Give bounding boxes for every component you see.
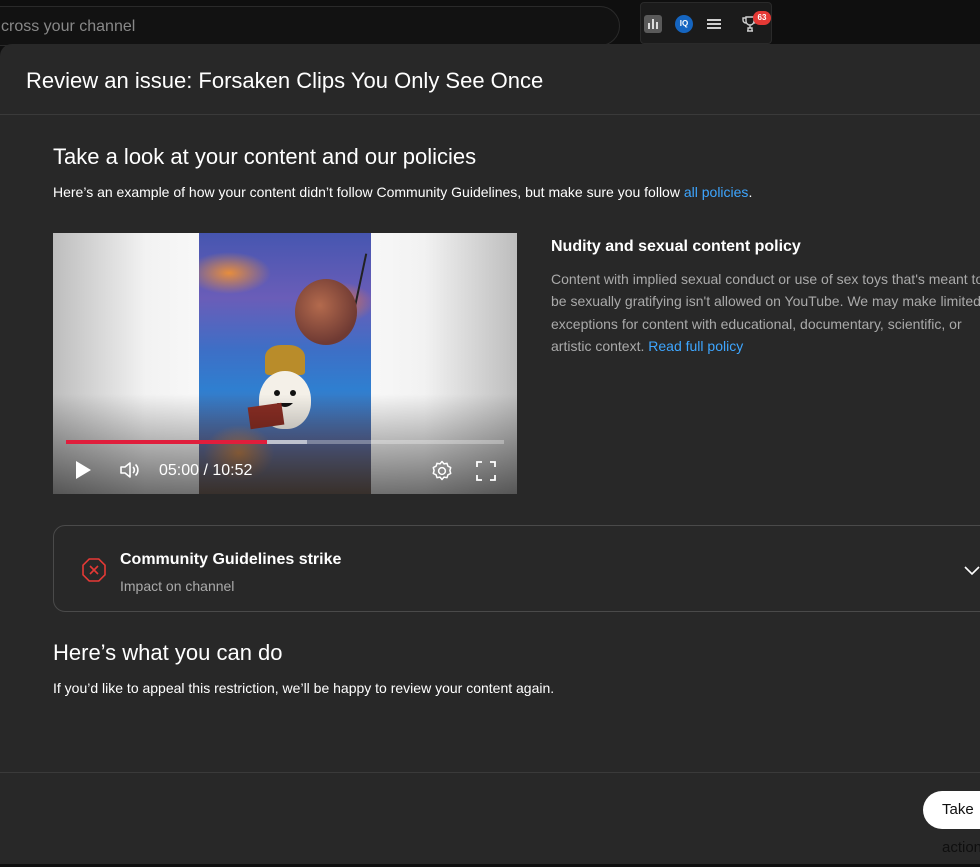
play-icon[interactable] (73, 459, 93, 486)
video-time: 05:00 / 10:52 (159, 462, 253, 479)
description-text: Here’s an example of how your content di… (53, 184, 684, 200)
content-policies-description: Here’s an example of how your content di… (53, 184, 752, 200)
volume-icon[interactable] (119, 460, 141, 485)
video-player[interactable]: 05:00 / 10:52 (53, 233, 517, 494)
appeal-description: If you’d like to appeal this restriction… (53, 680, 555, 696)
dialog-header: Review an issue: Forsaken Clips You Only… (0, 44, 980, 115)
dialog-title: Review an issue: Forsaken Clips You Only… (26, 68, 544, 93)
strike-subtitle: Impact on channel (120, 578, 235, 594)
review-issue-dialog: Review an issue: Forsaken Clips You Only… (0, 44, 980, 864)
bar-chart-icon[interactable] (644, 15, 662, 33)
policy-text: Content with implied sexual conduct or u… (551, 271, 980, 354)
strike-title: Community Guidelines strike (120, 551, 342, 568)
video-progress-bar[interactable] (66, 440, 504, 444)
read-full-policy-link[interactable]: Read full policy (648, 338, 743, 354)
chevron-down-icon[interactable] (964, 563, 980, 581)
strike-card[interactable]: Community Guidelines strike Impact on ch… (53, 525, 980, 612)
all-policies-link[interactable]: all policies (684, 184, 749, 200)
search-input[interactable]: cross your channel (0, 6, 620, 46)
iq-extension-icon[interactable]: IQ (675, 15, 693, 33)
policy-description: Content with implied sexual conduct or u… (551, 268, 980, 357)
policy-title: Nudity and sexual content policy (551, 238, 801, 255)
description-period: . (748, 184, 753, 200)
content-policies-heading: Take a look at your content and our poli… (53, 144, 477, 169)
hamburger-menu-icon[interactable] (705, 15, 723, 33)
settings-gear-icon[interactable] (431, 460, 453, 487)
take-action-button[interactable]: Take action (923, 791, 980, 856)
what-you-can-do-heading: Here’s what you can do (53, 640, 283, 665)
extension-toolbar: IQ 63 (640, 2, 772, 44)
notification-badge: 63 (753, 11, 771, 25)
fullscreen-icon[interactable] (476, 461, 496, 486)
strike-error-icon (81, 557, 107, 588)
top-bar: cross your channel IQ 63 (0, 0, 980, 46)
dialog-footer (0, 772, 980, 773)
